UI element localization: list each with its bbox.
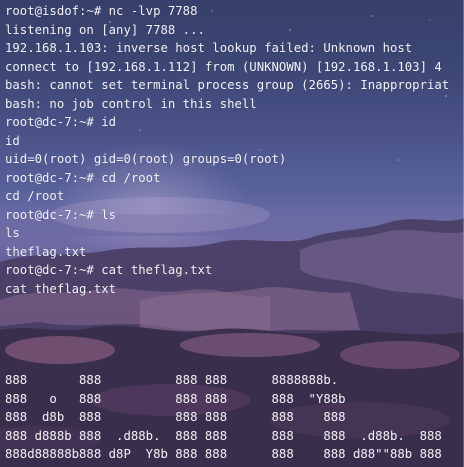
banner-line: 888 o 888 888 888 888 "Y88b (5, 391, 346, 406)
terminal-line: root@dc-7:~# cd /root (5, 170, 161, 185)
banner-line: 888 888 888 888 8888888b. (5, 373, 339, 387)
terminal-line: cd /root (5, 189, 65, 203)
terminal-line: cat theflag.txt (5, 281, 117, 296)
terminal-line: theflag.txt (5, 244, 87, 259)
terminal-line: root@dc-7:~# ls (5, 207, 117, 222)
flag-ascii-banner: 888 888 888 888 8888888b. 888 o 888 888 8… (5, 371, 442, 464)
terminal-output[interactable]: root@isdof:~# nc -lvp 7788 listening on [… (5, 2, 464, 298)
terminal-window[interactable]: root@isdof:~# nc -lvp 7788 listening on [… (0, 0, 464, 467)
terminal-line: uid=0(root) gid=0(root) groups=0(root) (5, 152, 287, 166)
terminal-line: ls (5, 226, 20, 240)
terminal-line: root@dc-7:~# cat theflag.txt (5, 263, 213, 277)
terminal-line: bash: cannot set terminal process group … (5, 78, 450, 92)
terminal-line: 192.168.1.103: inverse host lookup faile… (5, 41, 413, 55)
terminal-line: id (5, 133, 20, 148)
banner-line: 888 d8b 888 888 888 888 888 (5, 410, 346, 424)
terminal-line: root@isdof:~# nc -lvp 7788 (5, 4, 198, 18)
terminal-line: listening on [any] 7788 ... (5, 22, 205, 37)
terminal-line: root@dc-7:~# id (5, 115, 117, 129)
banner-line: 888 d888b 888 .d88b. 888 888 888 888 .d8… (5, 428, 442, 443)
banner-line: 888d88888b888 d8P Y8b 888 888 888 888 d8… (5, 447, 442, 461)
terminal-line: connect to [192.168.1.112] from (UNKNOWN… (5, 59, 442, 74)
terminal-line: bash: no job control in this shell (5, 96, 257, 111)
